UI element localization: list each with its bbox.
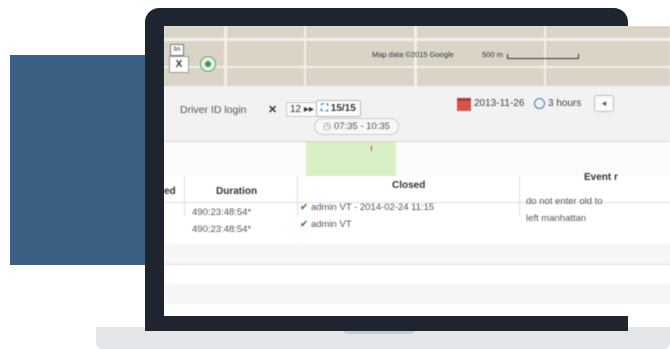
time-range-badge[interactable]: ◷ 07:35 - 10:35 [314, 118, 399, 135]
toolbar: Driver ID login ✕ 12 ▸▸ ⛶ 15/15 ◷ 07:35 … [164, 86, 670, 142]
timeline[interactable] [164, 142, 670, 176]
location-marker-icon[interactable] [200, 56, 216, 72]
clock-icon [534, 98, 545, 109]
duration-label[interactable]: 3 hours [548, 98, 581, 109]
column-header-event[interactable]: Event r [584, 172, 618, 183]
page-icon: ⛶ [321, 103, 331, 114]
prev-button[interactable]: ◂ [594, 95, 614, 112]
duration-cell: 490:23:48:54* [192, 224, 252, 235]
map-scale-bar [507, 54, 579, 59]
event-cell: do not enter old to [526, 196, 603, 207]
duration-cell: 490:23:48:54* [192, 207, 252, 218]
closed-cell: ✔ admin VT - 2014-02-24 11:15 [300, 202, 435, 213]
clear-filter-button[interactable]: ✕ [268, 103, 277, 116]
check-icon: ✔ [300, 219, 308, 230]
map-close-button[interactable]: X [169, 56, 189, 73]
route-shield-icon: 9A [170, 44, 184, 56]
check-icon: ✔ [300, 202, 308, 213]
event-cell: left manhattan [526, 213, 587, 224]
time-range-label: 07:35 - 10:35 [333, 121, 390, 132]
map-view[interactable]: 9A X Map data ©2015 Google 500 m [164, 26, 670, 86]
date-label[interactable]: 2013-11-26 [474, 98, 524, 109]
page-indicator[interactable]: ⛶ 15/15 [316, 100, 361, 117]
events-table: ed Duration Closed Event r 490:23:48:54*… [164, 172, 670, 316]
page-label: 15/15 [330, 103, 356, 114]
map-credit: Map data ©2015 Google [372, 50, 454, 59]
timeline-marker [371, 146, 372, 151]
clock-icon: ◷ [323, 121, 334, 132]
timeline-range-highlight [306, 142, 396, 176]
driver-id-login-filter[interactable]: Driver ID login [180, 104, 247, 116]
map-scale-label: 500 m [482, 50, 503, 59]
column-header-ed[interactable]: ed [164, 186, 176, 197]
closed-cell: ✔ admin VT [300, 219, 352, 230]
column-header-duration[interactable]: Duration [216, 186, 257, 197]
laptop-screen: 9A X Map data ©2015 Google 500 m Driver … [164, 26, 670, 316]
calendar-icon[interactable] [457, 98, 471, 111]
result-count-button[interactable]: 12 ▸▸ [286, 102, 318, 117]
column-header-closed[interactable]: Closed [392, 180, 425, 191]
